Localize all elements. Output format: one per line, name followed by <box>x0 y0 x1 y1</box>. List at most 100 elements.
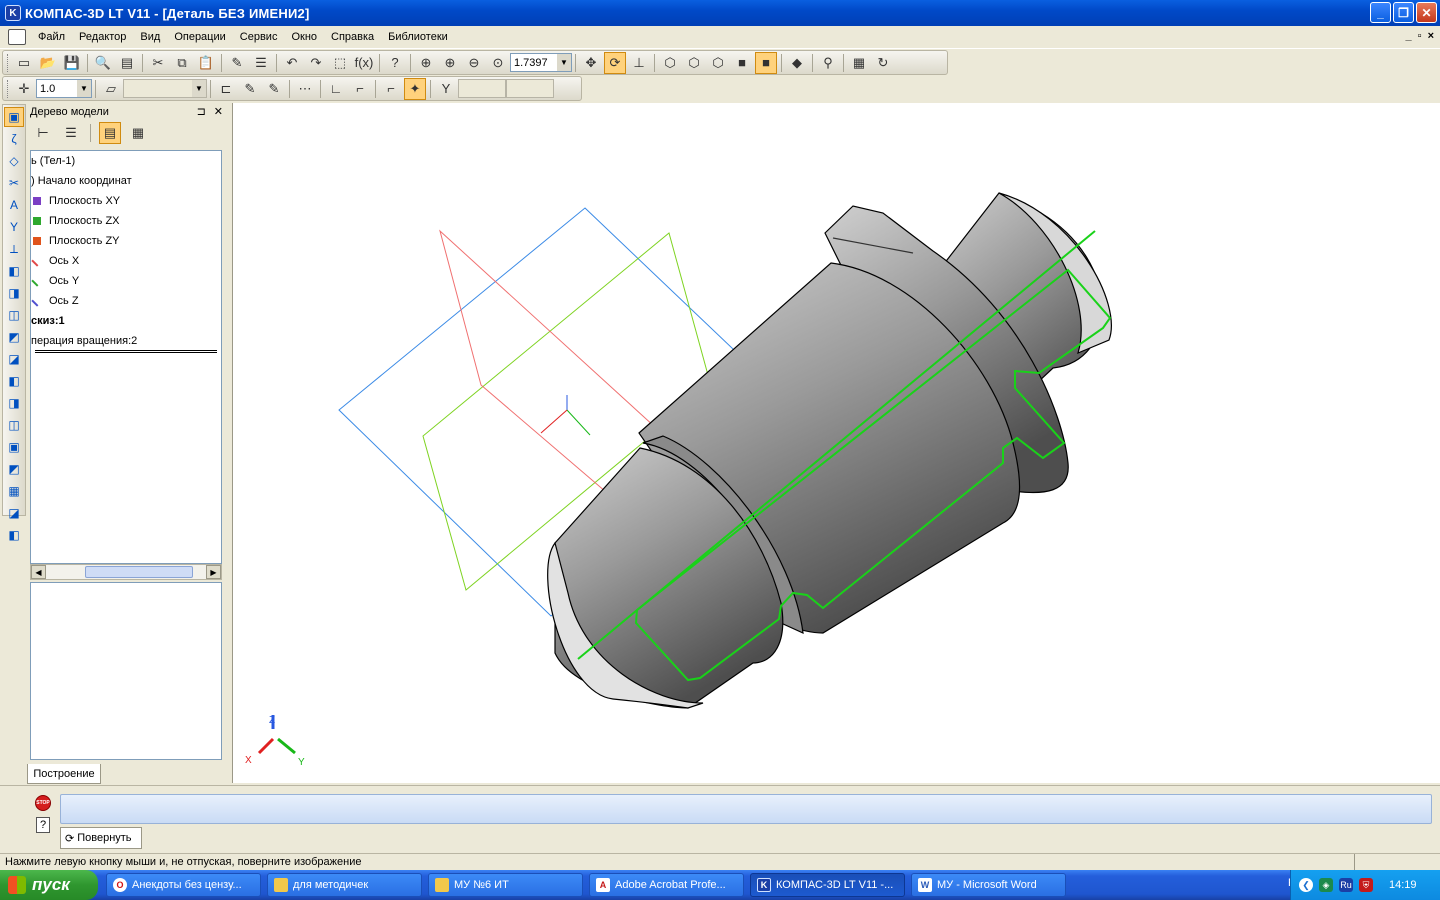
task-word[interactable]: W МУ - Microsoft Word <box>911 873 1066 897</box>
zoom-combo[interactable]: 1.7397 ▼ <box>510 53 572 72</box>
perspective-icon[interactable]: ◆ <box>786 52 808 74</box>
loft-icon[interactable]: ◩ <box>4 327 24 347</box>
tree-item-axis-y[interactable]: Ось Y <box>31 271 79 291</box>
tree-item-sketch[interactable]: скиз:1 <box>31 311 65 331</box>
close-button[interactable]: ✕ <box>1416 2 1437 23</box>
cursor-step-icon[interactable]: ✛ <box>13 78 35 100</box>
menu-operations[interactable]: Операции <box>167 31 232 43</box>
print-preview-icon[interactable]: 🔍 <box>92 52 114 74</box>
lcs-icon[interactable]: ⊏ <box>215 78 237 100</box>
keyboard-layout-icon[interactable]: Ru <box>1339 878 1353 892</box>
tree-list-icon[interactable]: ▦ <box>127 122 149 144</box>
shaded-edges-icon[interactable]: ■ <box>755 51 777 74</box>
chevron-down-icon[interactable]: ▼ <box>77 80 91 97</box>
filter-icon[interactable]: ⚲ <box>817 52 839 74</box>
close-icon[interactable]: ✕ <box>214 105 223 118</box>
new-file-icon[interactable]: ▭ <box>13 52 35 74</box>
geometry-icon[interactable]: ζ <box>4 129 24 149</box>
kompas-app-icon[interactable]: K <box>5 5 21 21</box>
cut-extrude-icon[interactable]: ◪ <box>4 349 24 369</box>
shaded-icon[interactable]: ■ <box>731 52 753 74</box>
menu-help[interactable]: Справка <box>324 31 381 43</box>
stop-icon[interactable]: STOP <box>35 795 51 811</box>
model-viewport[interactable]: Z X Y <box>232 103 1440 783</box>
scroll-left-icon[interactable]: ◀ <box>31 565 46 579</box>
copy-icon[interactable]: ⧉ <box>171 52 193 74</box>
x-coordinate-field[interactable] <box>458 79 506 98</box>
paste-icon[interactable]: 📋 <box>195 52 217 74</box>
layer-combo[interactable]: ▼ <box>123 79 207 98</box>
help-icon[interactable]: ? <box>36 817 50 833</box>
toolbar-handle[interactable] <box>7 79 10 98</box>
measure-icon[interactable]: ⟂ <box>4 239 24 259</box>
pan-icon[interactable]: ✥ <box>580 52 602 74</box>
cut-revolve-icon[interactable]: ◧ <box>4 371 24 391</box>
toolbar-handle[interactable] <box>7 53 10 72</box>
ortho-icon[interactable]: ∟ <box>325 78 347 100</box>
thin-hidden-lines-icon[interactable]: ⬡ <box>707 52 729 74</box>
model-canvas[interactable]: Z X Y <box>233 103 1440 783</box>
hidden-lines-icon[interactable]: ⬡ <box>683 52 705 74</box>
revolve-icon[interactable]: ◨ <box>4 283 24 303</box>
zoom-window-icon[interactable]: ⊕ <box>415 52 437 74</box>
back-icon[interactable]: ❮ <box>1299 878 1313 892</box>
task-opera[interactable]: O Анекдоты без цензу... <box>106 873 261 897</box>
menu-service[interactable]: Сервис <box>233 31 285 43</box>
save-icon[interactable]: 💾 <box>61 52 83 74</box>
task-acrobat[interactable]: A Adobe Acrobat Profe... <box>589 873 744 897</box>
fx-icon[interactable]: f(x) <box>353 52 375 74</box>
start-button[interactable]: пуск <box>0 870 98 900</box>
y-coordinate-field[interactable] <box>506 79 554 98</box>
designations-icon[interactable]: Y <box>4 217 24 237</box>
menu-view[interactable]: Вид <box>133 31 167 43</box>
tree-horizontal-scrollbar[interactable]: ◀ ▶ <box>30 564 222 580</box>
rib-icon[interactable]: ◩ <box>4 459 24 479</box>
round-icon[interactable]: ⌐ <box>380 78 402 100</box>
task-folder-methodic[interactable]: для методичек <box>267 873 422 897</box>
zoom-in-icon[interactable]: ⊕ <box>439 52 461 74</box>
rotate-icon[interactable]: ⟳ <box>604 51 626 74</box>
zoom-all-icon[interactable]: ⊙ <box>487 52 509 74</box>
snap-icon[interactable]: ⌐ <box>349 78 371 100</box>
restore-button[interactable]: ❐ <box>1393 2 1414 23</box>
variables-icon[interactable]: ⬚ <box>329 52 351 74</box>
antivirus-icon[interactable]: ⛨ <box>1359 878 1373 892</box>
menu-window[interactable]: Окно <box>284 31 324 43</box>
minimize-button[interactable]: _ <box>1370 2 1391 23</box>
task-kompas[interactable]: K КОМПАС-3D LT V11 -... <box>750 873 905 897</box>
tree-end-marker[interactable] <box>35 350 217 353</box>
dimensions-icon[interactable]: A <box>4 195 24 215</box>
tree-item-axis-z[interactable]: Ось Z <box>31 291 79 311</box>
step-combo[interactable]: 1.0 ▼ <box>36 79 92 98</box>
tree-item-origin[interactable]: ) Начало координат <box>31 171 132 191</box>
undo-icon[interactable]: ↶ <box>281 52 303 74</box>
tree-item-body[interactable]: ь (Тел-1) <box>31 151 75 171</box>
grid-icon[interactable]: ⋯ <box>294 78 316 100</box>
extrude-icon[interactable]: ◧ <box>4 261 24 281</box>
tree-item-plane-zy[interactable]: Плоскость ZY <box>31 231 120 251</box>
mdi-close-button[interactable]: × <box>1428 30 1434 42</box>
fillet-icon[interactable]: ◨ <box>4 393 24 413</box>
zoom-out-icon[interactable]: ⊖ <box>463 52 485 74</box>
scroll-thumb[interactable] <box>85 566 193 578</box>
mdi-restore-button[interactable]: ▫ <box>1418 30 1422 42</box>
tab-construction[interactable]: Построение <box>27 764 101 784</box>
edit-details-icon[interactable]: ▣ <box>4 107 24 127</box>
sketch-icon[interactable]: ✎ <box>239 78 261 100</box>
context-help-icon[interactable]: ? <box>384 52 406 74</box>
command-parameters-field[interactable] <box>60 794 1432 824</box>
menu-editor[interactable]: Редактор <box>72 31 133 43</box>
tree-item-axis-x[interactable]: Ось X <box>31 251 79 271</box>
array-icon[interactable]: ▦ <box>4 481 24 501</box>
coordinates-icon[interactable]: Y <box>435 78 457 100</box>
edit-sketch-icon[interactable]: ✎ <box>263 78 285 100</box>
tree-item-plane-zx[interactable]: Плоскость ZX <box>31 211 120 231</box>
manager-icon[interactable]: ☰ <box>250 52 272 74</box>
pin-icon[interactable]: ⊐ <box>197 105 206 118</box>
chevron-down-icon[interactable]: ▼ <box>192 80 206 97</box>
tab-rotate[interactable]: ⟳ Повернуть <box>60 827 142 849</box>
tree-filter-icon[interactable]: ☰ <box>60 122 82 144</box>
print-icon[interactable]: ▤ <box>116 52 138 74</box>
chevron-down-icon[interactable]: ▼ <box>557 54 571 71</box>
redo-icon[interactable]: ↷ <box>305 52 327 74</box>
